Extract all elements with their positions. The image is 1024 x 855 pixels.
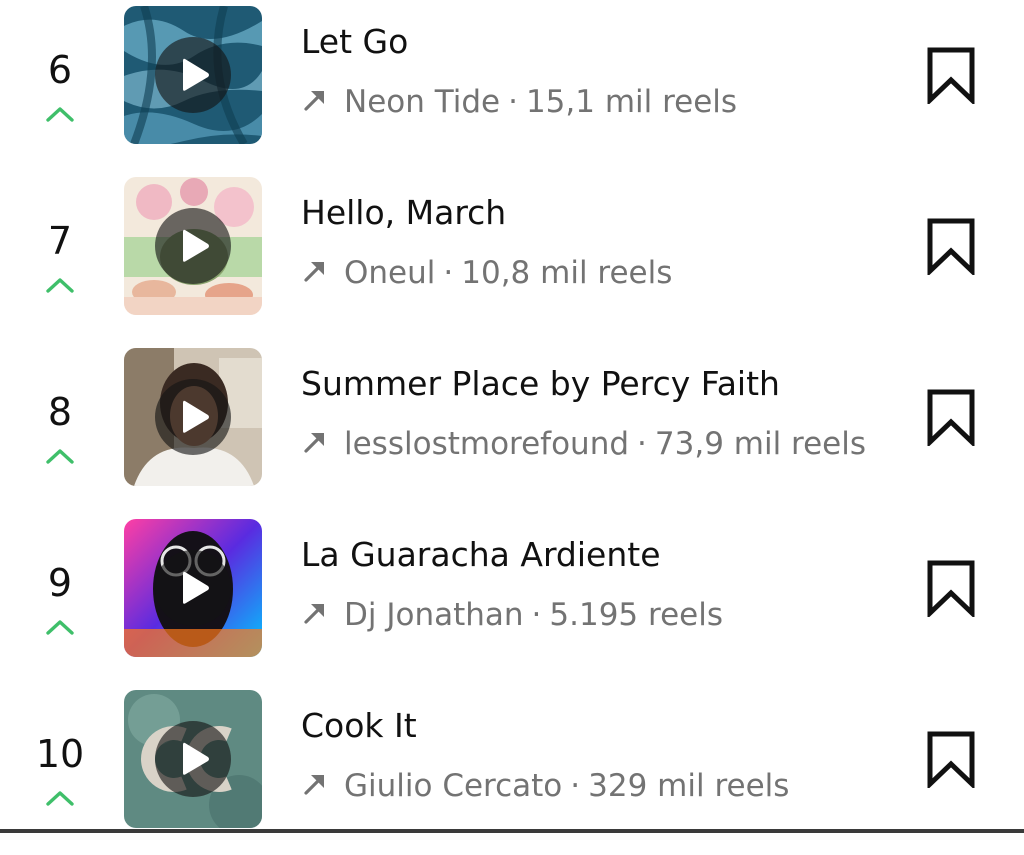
play-button[interactable] xyxy=(155,550,231,626)
bookmark-icon[interactable] xyxy=(926,559,976,617)
track-meta: lesslostmorefound · 73,9 mil reels xyxy=(300,422,866,466)
track-thumbnail[interactable] xyxy=(124,177,262,315)
separator: · xyxy=(637,426,647,462)
chevron-up-icon xyxy=(40,611,80,641)
play-icon xyxy=(155,208,231,284)
reels-count: 15,1 mil reels xyxy=(525,84,738,120)
play-button[interactable] xyxy=(155,37,231,113)
bookmark-icon[interactable] xyxy=(926,217,976,275)
chevron-up-icon xyxy=(40,440,80,470)
rank-number: 9 xyxy=(47,561,73,605)
play-icon xyxy=(155,721,231,797)
reels-count: 5.195 reels xyxy=(549,597,723,633)
track-thumbnail[interactable] xyxy=(124,6,262,144)
separator: · xyxy=(570,768,581,804)
chevron-up-icon xyxy=(40,782,80,812)
track-thumbnail[interactable] xyxy=(124,519,262,657)
play-icon xyxy=(155,37,231,113)
artist-name[interactable]: Oneul xyxy=(344,255,435,291)
track-thumbnail[interactable] xyxy=(124,348,262,486)
play-button[interactable] xyxy=(155,721,231,797)
rank-number: 7 xyxy=(47,219,73,263)
arrow-up-right-icon xyxy=(300,769,330,799)
divider xyxy=(0,829,1024,833)
artist-name[interactable]: Giulio Cercato xyxy=(344,768,562,804)
track-meta: Oneul · 10,8 mil reels xyxy=(300,251,672,295)
chevron-up-icon xyxy=(40,269,80,299)
separator: · xyxy=(531,597,542,633)
list-item[interactable]: 8 Summer Place by Percy Faith lesslostmo… xyxy=(0,342,1024,513)
list-item[interactable]: 6 Let Go Neon Tide · 15,1 mil reels xyxy=(0,0,1024,171)
bookmark-icon[interactable] xyxy=(926,730,976,788)
track-title[interactable]: Hello, March xyxy=(301,191,506,235)
arrow-up-right-icon xyxy=(300,427,330,457)
arrow-up-right-icon xyxy=(300,85,330,115)
rank-number: 10 xyxy=(35,732,85,776)
play-icon xyxy=(155,379,231,455)
trending-audio-list: 6 Let Go Neon Tide · 15,1 mil reels 7 He… xyxy=(0,0,1024,833)
arrow-up-right-icon xyxy=(300,256,330,286)
artist-name[interactable]: Dj Jonathan xyxy=(344,597,524,633)
play-button[interactable] xyxy=(155,379,231,455)
separator: · xyxy=(508,84,518,120)
track-title[interactable]: Let Go xyxy=(301,20,408,64)
track-title[interactable]: La Guaracha Ardiente xyxy=(301,533,661,577)
bookmark-icon[interactable] xyxy=(926,388,976,446)
track-title[interactable]: Summer Place by Percy Faith xyxy=(301,362,780,406)
play-icon xyxy=(155,550,231,626)
track-meta: Neon Tide · 15,1 mil reels xyxy=(300,80,737,124)
reels-count: 329 mil reels xyxy=(588,768,790,804)
play-button[interactable] xyxy=(155,208,231,284)
rank-number: 8 xyxy=(47,390,73,434)
reels-count: 10,8 mil reels xyxy=(461,255,673,291)
separator: · xyxy=(443,255,454,291)
list-item[interactable]: 7 Hello, March Oneul · 10,8 mil reels xyxy=(0,171,1024,342)
artist-name[interactable]: Neon Tide xyxy=(344,84,500,120)
bookmark-icon[interactable] xyxy=(926,46,976,104)
reels-count: 73,9 mil reels xyxy=(654,426,867,462)
track-meta: Giulio Cercato · 329 mil reels xyxy=(300,764,789,808)
arrow-up-right-icon xyxy=(300,598,330,628)
track-thumbnail[interactable] xyxy=(124,690,262,828)
artist-name[interactable]: lesslostmorefound xyxy=(344,426,629,462)
rank-number: 6 xyxy=(47,48,73,92)
list-item[interactable]: 9 La Guaracha Ardiente Dj Jonathan · 5.1… xyxy=(0,513,1024,684)
chevron-up-icon xyxy=(40,98,80,128)
track-title[interactable]: Cook It xyxy=(301,704,417,748)
track-meta: Dj Jonathan · 5.195 reels xyxy=(300,593,723,637)
